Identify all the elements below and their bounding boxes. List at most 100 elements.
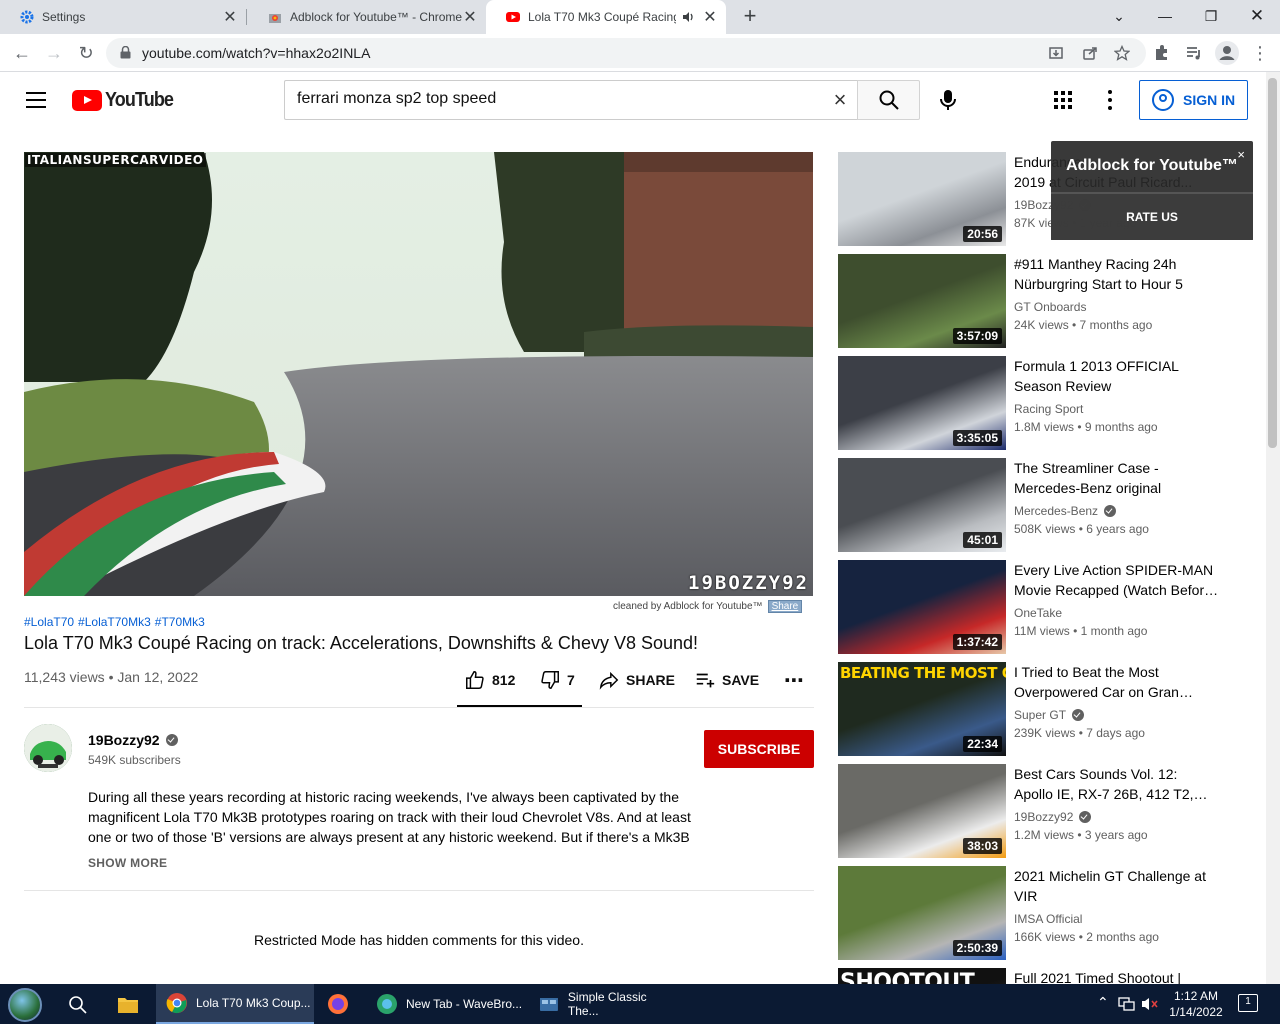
file-explorer-icon[interactable] — [117, 994, 139, 1014]
related-video-title[interactable]: #911 Manthey Racing 24h Nürburgring Start… — [1014, 254, 1224, 294]
video-thumbnail[interactable]: 2:50:39 — [838, 866, 1006, 960]
video-thumbnail[interactable]: 3:35:05 — [838, 356, 1006, 450]
adblock-popup-close-icon[interactable]: × — [1237, 148, 1245, 161]
url-text[interactable]: youtube.com/watch?v=hhax2o2INLA — [142, 45, 370, 61]
tab-search-chevron-icon[interactable]: ⌄ — [1096, 0, 1142, 34]
restore-button[interactable]: ❐ — [1188, 0, 1234, 34]
tab-adblock[interactable]: Adblock for Youtube™ - Chrome We ✕ — [248, 0, 486, 34]
tab-close-button[interactable]: ✕ — [222, 7, 238, 27]
menu-hamburger-icon[interactable] — [26, 92, 46, 108]
video-thumbnail[interactable]: 45:01 — [838, 458, 1006, 552]
page-scrollbar[interactable] — [1266, 72, 1280, 984]
hashtag-link[interactable]: #T70Mk3 — [155, 615, 205, 629]
search-input[interactable] — [297, 90, 817, 108]
audio-playing-icon[interactable] — [682, 10, 696, 24]
related-video-channel[interactable]: GT Onboards — [1014, 300, 1086, 314]
related-video-channel[interactable]: Mercedes-Benz — [1014, 504, 1117, 518]
taskbar-clock[interactable]: 1:12 AM 1/14/2022 — [1166, 988, 1226, 1020]
back-button[interactable]: ← — [8, 39, 36, 67]
voice-search-button[interactable] — [930, 82, 966, 118]
close-window-button[interactable]: ✕ — [1234, 0, 1280, 34]
video-thumbnail[interactable]: 3:57:09 — [838, 254, 1006, 348]
video-player[interactable]: ITALIANSUPERCARVIDEO 19BOZZY92 — [24, 152, 813, 596]
share-page-icon[interactable] — [1082, 45, 1098, 61]
channel-name[interactable]: 19Bozzy92 — [88, 732, 178, 748]
related-video-item[interactable]: 45:01 The Streamliner Case - Mercedes-Benz… — [838, 458, 1258, 552]
related-video-item[interactable]: 38:03 Best Cars Sounds Vol. 12: Apollo IE,… — [838, 764, 1258, 858]
media-control-icon[interactable] — [1185, 44, 1203, 62]
subscriber-count: 549K subscribers — [88, 753, 181, 767]
video-thumbnail[interactable]: BEATING THE MOST OP CAR 22:34 — [838, 662, 1006, 756]
volume-muted-icon[interactable] — [1141, 996, 1159, 1012]
search-box[interactable]: × — [284, 80, 858, 120]
hashtag-link[interactable]: #LolaT70 — [24, 615, 74, 629]
firefox-icon[interactable] — [327, 993, 349, 1015]
more-actions-icon[interactable]: ⋯ — [784, 660, 804, 700]
channel-name-text[interactable]: 19Bozzy92 — [88, 732, 160, 748]
related-video-title[interactable]: 2021 Michelin GT Challenge at VIR — [1014, 866, 1224, 906]
bookmark-star-icon[interactable] — [1114, 45, 1130, 61]
settings-kebab-icon[interactable] — [1108, 90, 1112, 110]
adblock-share-button[interactable]: Share — [767, 600, 803, 613]
channel-avatar[interactable] — [24, 724, 72, 772]
subscribe-button[interactable]: SUBSCRIBE — [704, 730, 814, 768]
tab-close-button[interactable]: ✕ — [702, 7, 718, 27]
tab-youtube-video[interactable]: Lola T70 Mk3 Coupé Racing o ✕ — [486, 0, 726, 34]
related-video-title[interactable]: Formula 1 2013 OFFICIAL Season Review — [1014, 356, 1224, 396]
youtube-logo[interactable]: YouTube — [72, 89, 181, 112]
install-app-icon[interactable] — [1048, 45, 1064, 61]
minimize-button[interactable]: — — [1142, 0, 1188, 34]
chrome-menu-button[interactable]: ⋮ — [1246, 39, 1274, 67]
extensions-puzzle-icon[interactable] — [1153, 44, 1171, 62]
like-button[interactable]: 812 — [464, 660, 515, 700]
dislike-button[interactable]: 7 — [539, 660, 575, 700]
video-duration: 1:37:42 — [952, 634, 1002, 650]
taskbar-chrome-window[interactable]: Lola T70 Mk3 Coup... — [156, 984, 314, 1024]
verified-check-icon — [1072, 709, 1085, 721]
clear-search-icon[interactable]: × — [830, 89, 850, 111]
related-video-channel[interactable]: OneTake — [1014, 606, 1062, 620]
related-video-item[interactable]: 3:35:05 Formula 1 2013 OFFICIAL Season Rev… — [838, 356, 1258, 450]
video-thumbnail[interactable]: 1:37:42 — [838, 560, 1006, 654]
youtube-apps-icon[interactable] — [1054, 91, 1072, 109]
save-button[interactable]: SAVE — [694, 660, 759, 700]
start-button[interactable] — [8, 988, 42, 1022]
notifications-icon[interactable]: 1 — [1238, 994, 1258, 1012]
related-video-item[interactable]: 1:37:42 Every Live Action SPIDER-MAN Movie… — [838, 560, 1258, 654]
meta-separator: • — [108, 669, 114, 685]
video-thumbnail[interactable]: 20:56 — [838, 152, 1006, 246]
related-video-title[interactable]: Every Live Action SPIDER-MAN Movie Recapp… — [1014, 560, 1224, 600]
related-video-title[interactable]: I Tried to Beat the Most Overpowered Car … — [1014, 662, 1224, 702]
channel-name-text: Super GT — [1014, 708, 1067, 722]
related-video-channel[interactable]: 19Bozzy92 — [1014, 810, 1092, 824]
sign-in-button[interactable]: SIGN IN — [1139, 80, 1248, 120]
hashtag-link[interactable]: #LolaT70Mk3 — [78, 615, 151, 629]
taskbar-wavebrowser-window[interactable]: New Tab - WaveBro... — [366, 984, 524, 1024]
show-more-button[interactable]: SHOW MORE — [88, 856, 167, 870]
related-video-item[interactable]: BEATING THE MOST OP CAR 22:34 I Tried to B… — [838, 662, 1258, 756]
tray-overflow-chevron-icon[interactable]: ⌃ — [1097, 994, 1109, 1011]
related-video-channel[interactable]: Super GT — [1014, 708, 1085, 722]
search-icon[interactable] — [68, 995, 88, 1015]
video-thumbnail[interactable]: 38:03 — [838, 764, 1006, 858]
search-button[interactable] — [857, 80, 920, 120]
tab-close-button[interactable]: ✕ — [462, 7, 478, 27]
tab-settings[interactable]: Settings ✕ — [0, 0, 246, 34]
related-video-title[interactable]: Best Cars Sounds Vol. 12: Apollo IE, RX-7… — [1014, 764, 1224, 804]
network-icon[interactable] — [1118, 996, 1136, 1012]
video-duration: 3:35:05 — [952, 430, 1002, 446]
share-button[interactable]: SHARE — [598, 660, 675, 700]
related-video-channel[interactable]: Racing Sport — [1014, 402, 1083, 416]
new-tab-button[interactable]: + — [738, 4, 762, 28]
scrollbar-thumb[interactable] — [1268, 78, 1277, 448]
related-video-title[interactable]: The Streamliner Case - Mercedes-Benz orig… — [1014, 458, 1224, 498]
rate-us-button[interactable]: RATE US — [1051, 194, 1253, 240]
reload-button[interactable]: ↻ — [72, 39, 100, 67]
forward-button[interactable]: → — [40, 39, 68, 67]
related-video-item[interactable]: 2:50:39 2021 Michelin GT Challenge at VIR I… — [838, 866, 1258, 960]
profile-avatar[interactable] — [1215, 41, 1239, 65]
address-bar[interactable]: youtube.com/watch?v=hhax2o2INLA — [106, 38, 1146, 68]
related-video-channel[interactable]: IMSA Official — [1014, 912, 1082, 926]
related-video-item[interactable]: 3:57:09 #911 Manthey Racing 24h Nürburgrin… — [838, 254, 1258, 348]
taskbar-theme-window[interactable]: Simple Classic The... — [528, 984, 680, 1024]
